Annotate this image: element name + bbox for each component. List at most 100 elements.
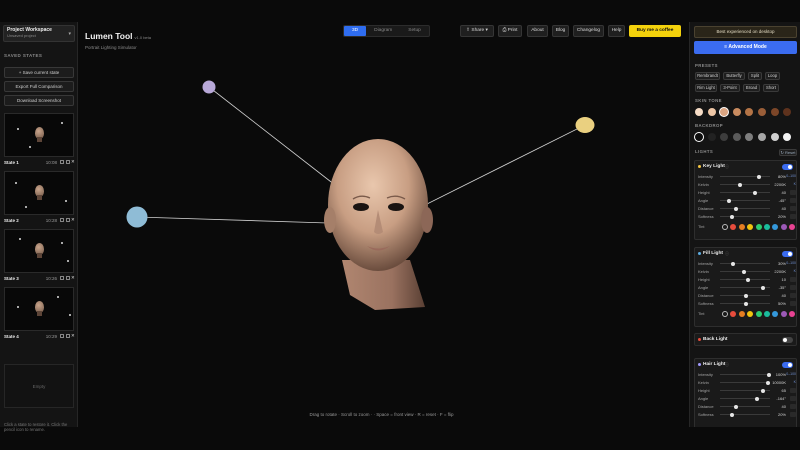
preset-short[interactable]: Short [763,84,779,92]
download-icon[interactable] [66,276,70,280]
slider-handle[interactable] [744,293,748,298]
backdrop-swatch[interactable] [695,133,703,141]
skin-tone-swatch[interactable] [770,108,779,116]
skin-tone-swatch[interactable] [707,108,716,116]
tint-swatch[interactable] [747,223,754,230]
about-link[interactable]: About [527,25,548,37]
tint-swatch[interactable] [789,223,796,230]
backdrop-swatch[interactable] [770,133,779,141]
help-link[interactable]: Help [608,25,625,37]
preset-broad[interactable]: Broad [743,84,760,92]
download-icon[interactable] [66,160,70,164]
download-icon[interactable] [66,334,70,338]
slider-handle[interactable] [754,396,759,401]
backdrop-swatch[interactable] [758,133,766,141]
tint-swatch[interactable] [738,310,745,317]
tint-swatch[interactable] [772,310,779,317]
tint-swatch[interactable] [780,223,787,230]
stepper[interactable] [790,285,796,290]
tint-swatch[interactable] [764,310,770,317]
stepper[interactable] [790,198,796,203]
slider-track[interactable] [720,374,770,375]
slider-handle[interactable] [765,380,770,385]
stepper[interactable] [790,190,796,195]
stepper[interactable] [790,404,796,409]
download-screenshot-button[interactable]: Download Screenshot [4,95,74,106]
slider-handle[interactable] [734,206,739,211]
slider-handle[interactable] [738,182,743,187]
state-thumbnail[interactable] [4,113,74,157]
state-thumbnail[interactable] [4,229,74,273]
tint-swatch[interactable] [789,310,796,317]
save-state-button[interactable]: + Save current state [4,67,74,78]
tab-3d[interactable]: 3D [344,26,367,36]
tint-swatch[interactable] [764,223,770,230]
fill-light-handle[interactable] [126,206,148,228]
tab-setup[interactable]: Setup [400,26,429,36]
slider-handle[interactable] [744,301,748,306]
slider-track[interactable] [720,192,770,193]
tint-swatch[interactable] [755,223,762,230]
back-light-handle[interactable] [202,80,216,94]
state-thumbnail[interactable] [4,287,74,331]
backdrop-swatch[interactable] [745,133,754,141]
stepper[interactable] [790,396,796,401]
tint-swatch[interactable] [738,223,745,230]
tint-swatch[interactable] [747,310,754,317]
slider-track[interactable] [720,216,770,217]
slider-handle[interactable] [746,277,751,282]
head-model[interactable] [328,139,428,271]
slider-track[interactable] [720,176,770,177]
slider-handle[interactable] [727,198,732,203]
skin-tone-swatch[interactable] [732,108,741,116]
slider-track[interactable] [720,184,770,185]
blog-link[interactable]: Blog [552,25,569,37]
close-icon[interactable]: ✕ [71,217,75,222]
close-icon[interactable]: ✕ [71,333,75,338]
share-button[interactable]: ⇪ Share ▾ [460,25,494,37]
stepper[interactable] [790,206,796,211]
workspace-selector[interactable]: Project Workspace Unsaved project ▾ [3,25,75,42]
slider-track[interactable] [720,406,770,407]
back-light-toggle[interactable] [782,337,793,343]
pencil-icon[interactable] [60,334,64,338]
buy-coffee-button[interactable]: Buy me a coffee [629,25,681,37]
tint-swatch[interactable] [722,223,728,230]
skin-tone-swatch[interactable] [745,108,754,116]
key-light-handle[interactable] [575,117,595,133]
backdrop-swatch[interactable] [720,133,729,141]
slider-track[interactable] [720,263,770,264]
state-row[interactable]: State 3 10:26 ✕ [4,275,75,283]
preset-3-point[interactable]: 3-Point [720,84,740,92]
state-row[interactable]: State 4 10:29 ✕ [4,333,75,341]
skin-tone-swatch[interactable] [758,108,766,116]
pencil-icon[interactable] [60,276,64,280]
slider-handle[interactable] [729,412,734,417]
state-row[interactable]: State 1 10:08 ✕ [4,159,75,167]
preset-loop[interactable]: Loop [765,72,780,80]
slider-handle[interactable] [734,404,739,409]
stepper[interactable] [790,388,796,393]
stepper[interactable] [790,293,796,298]
pencil-icon[interactable] [60,160,64,164]
slider-handle[interactable] [741,269,746,274]
key-light-toggle[interactable] [782,164,793,170]
skin-tone-swatch[interactable] [695,108,703,116]
download-icon[interactable] [66,218,70,222]
close-icon[interactable]: ✕ [71,159,75,164]
changelog-link[interactable]: Changelog [573,25,604,37]
slider-handle[interactable] [760,388,765,393]
slider-track[interactable] [720,208,770,209]
backdrop-swatch[interactable] [707,133,716,141]
stepper[interactable] [790,277,796,282]
hair-light-toggle[interactable] [782,362,793,368]
export-comparison-button[interactable]: Export Full Comparison [4,81,74,92]
backdrop-swatch[interactable] [783,133,792,141]
stepper[interactable] [790,301,796,306]
preset-rim-light[interactable]: Rim Light [695,84,717,92]
tint-swatch[interactable] [722,310,728,317]
slider-track[interactable] [720,398,770,399]
pencil-icon[interactable] [60,218,64,222]
tint-swatch[interactable] [730,310,737,317]
skin-tone-swatch[interactable] [720,108,729,116]
